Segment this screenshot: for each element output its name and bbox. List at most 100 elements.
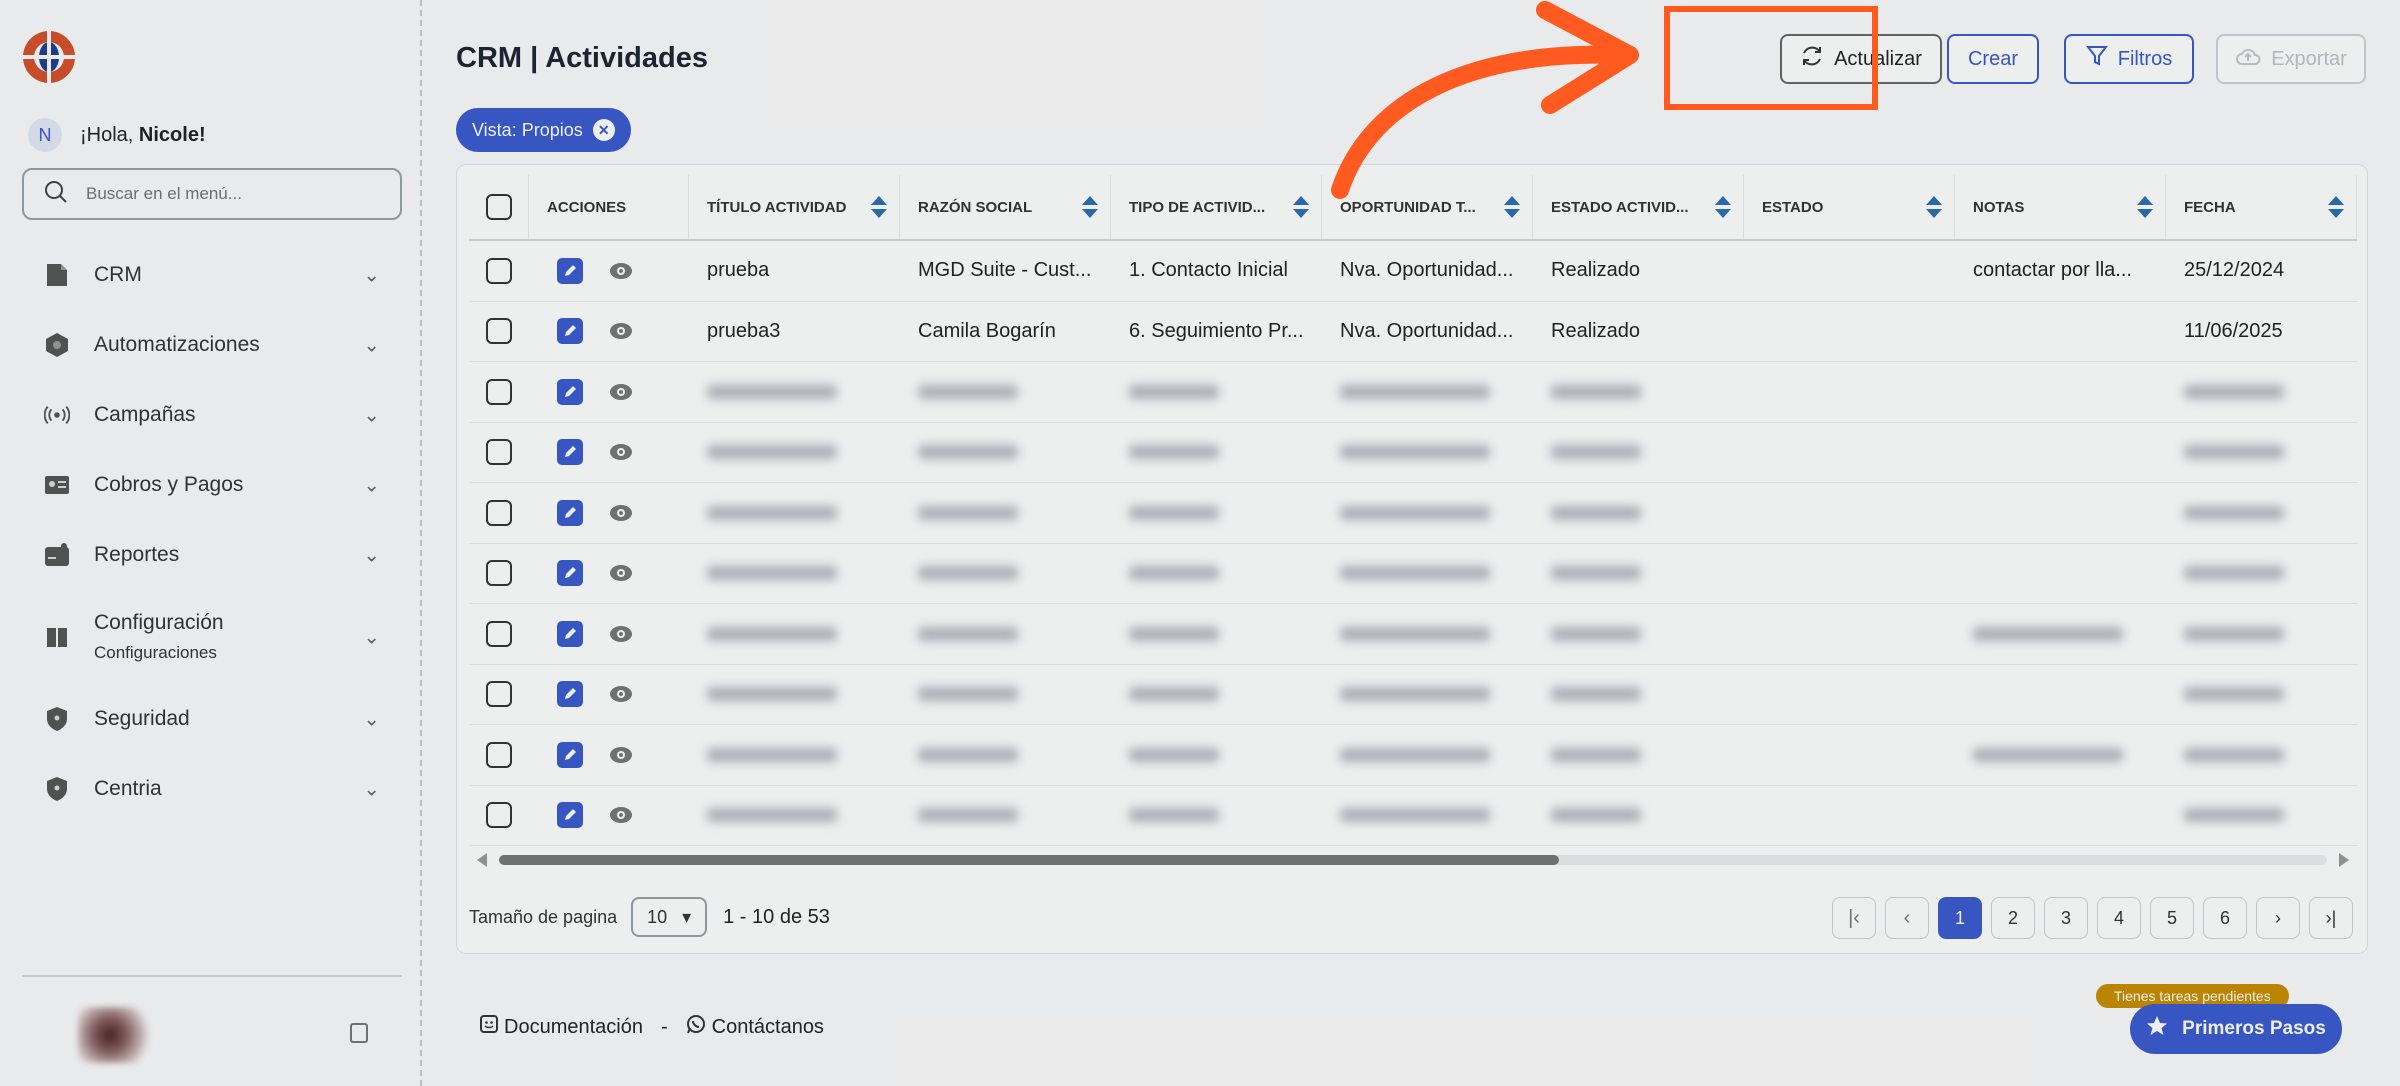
edit-icon[interactable]: [557, 802, 583, 829]
view-icon[interactable]: [607, 741, 635, 769]
scroll-left-icon[interactable]: [477, 853, 487, 867]
prev-page-button[interactable]: ‹: [1885, 897, 1929, 939]
view-icon[interactable]: [607, 499, 635, 527]
page-button-5[interactable]: 5: [2150, 897, 2194, 939]
select-all-checkbox[interactable]: [485, 194, 512, 220]
docs-link[interactable]: Documentación: [480, 1015, 643, 1039]
row-checkbox[interactable]: [486, 318, 512, 345]
view-icon[interactable]: [607, 801, 635, 829]
redacted-text: [2184, 687, 2284, 702]
edit-icon[interactable]: [557, 741, 583, 768]
column-header[interactable]: Razón Social: [900, 175, 1111, 239]
sort-icon[interactable]: [1082, 196, 1098, 218]
row-checkbox[interactable]: [486, 620, 512, 647]
contact-link[interactable]: Contáctanos: [686, 1014, 824, 1040]
first-page-button[interactable]: |‹: [1832, 897, 1876, 939]
table-row[interactable]: [469, 725, 2357, 786]
view-filter-chip[interactable]: Vista: Propios ✕: [456, 108, 631, 152]
column-header[interactable]: Título Actividad: [689, 175, 900, 239]
last-page-button[interactable]: ›|: [2309, 897, 2353, 939]
table-row[interactable]: [469, 423, 2357, 483]
column-header[interactable]: Fecha: [2166, 175, 2357, 239]
view-icon[interactable]: [607, 378, 635, 406]
edit-icon[interactable]: [557, 681, 583, 708]
page-button-6[interactable]: 6: [2203, 897, 2247, 939]
sort-icon[interactable]: [871, 196, 887, 218]
column-header[interactable]: Estado Activid...: [1533, 175, 1744, 239]
sort-icon[interactable]: [1504, 196, 1520, 218]
sidebar-item-crm[interactable]: CRM ⌄: [0, 240, 420, 310]
row-checkbox[interactable]: [486, 681, 512, 708]
edit-icon[interactable]: [557, 257, 583, 284]
table-row[interactable]: [469, 544, 2357, 604]
sidebar-item-reportes[interactable]: Reportes ⌄: [0, 520, 420, 590]
row-checkbox[interactable]: [486, 499, 512, 526]
row-checkbox[interactable]: [486, 378, 512, 405]
brand-logo[interactable]: [22, 30, 76, 84]
page-button-3[interactable]: 3: [2044, 897, 2088, 939]
avatar[interactable]: N: [28, 118, 62, 152]
menu-search[interactable]: [22, 168, 402, 220]
redacted-cell: [1955, 423, 2166, 483]
edit-icon[interactable]: [557, 620, 583, 647]
row-checkbox[interactable]: [486, 257, 512, 284]
page-size-select[interactable]: 10 ▾: [631, 897, 708, 937]
table-row[interactable]: [469, 483, 2357, 544]
table-row[interactable]: [469, 362, 2357, 423]
redacted-text: [918, 505, 1018, 520]
sidebar-item-configuracion[interactable]: Configuración Configuraciones ⌄: [0, 590, 420, 684]
table-row[interactable]: [469, 604, 2357, 665]
sidebar-item-seguridad[interactable]: Seguridad ⌄: [0, 684, 420, 754]
view-icon[interactable]: [607, 257, 635, 285]
edit-icon[interactable]: [557, 318, 583, 345]
page-button-1[interactable]: 1: [1938, 897, 1982, 939]
edit-icon[interactable]: [557, 378, 583, 405]
view-icon[interactable]: [607, 680, 635, 708]
refresh-button[interactable]: Actualizar: [1780, 34, 1942, 84]
row-checkbox[interactable]: [486, 741, 512, 768]
first-steps-button[interactable]: Primeros Pasos: [2130, 1004, 2342, 1054]
view-icon[interactable]: [607, 620, 635, 648]
filter-button[interactable]: Filtros: [2064, 34, 2194, 84]
horizontal-scrollbar[interactable]: [469, 849, 2357, 871]
sidebar-item-automatizaciones[interactable]: Automatizaciones ⌄: [0, 310, 420, 380]
row-checkbox[interactable]: [486, 439, 512, 466]
column-header[interactable]: Estado: [1744, 175, 1955, 239]
page-button-2[interactable]: 2: [1991, 897, 2035, 939]
edit-icon[interactable]: [557, 499, 583, 526]
next-page-button[interactable]: ›: [2256, 897, 2300, 939]
sort-icon[interactable]: [1715, 196, 1731, 218]
scroll-thumb[interactable]: [499, 855, 1559, 865]
sidebar-item-centria[interactable]: Centria ⌄: [0, 754, 420, 824]
view-icon[interactable]: [607, 438, 635, 466]
collapse-sidebar-icon[interactable]: [350, 1023, 368, 1043]
scroll-right-icon[interactable]: [2339, 853, 2349, 867]
close-icon[interactable]: ✕: [592, 119, 615, 141]
menu-search-input[interactable]: [86, 184, 386, 204]
table-row[interactable]: [469, 786, 2357, 846]
table-row[interactable]: [469, 665, 2357, 725]
user-profile-avatar[interactable]: [78, 1007, 158, 1063]
redacted-cell: [1533, 725, 1744, 785]
export-button[interactable]: Exportar: [2216, 34, 2366, 84]
sort-icon[interactable]: [2137, 196, 2153, 218]
edit-icon[interactable]: [557, 439, 583, 466]
edit-icon[interactable]: [557, 560, 583, 587]
view-icon[interactable]: [607, 317, 635, 345]
column-header[interactable]: Oportunidad T...: [1322, 175, 1533, 239]
sort-icon[interactable]: [2328, 196, 2344, 218]
view-icon[interactable]: [607, 559, 635, 587]
table-row[interactable]: prueba3 Camila Bogarín 6. Seguimiento Pr…: [469, 302, 2357, 362]
sort-icon[interactable]: [1926, 196, 1942, 218]
page-button-4[interactable]: 4: [2097, 897, 2141, 939]
row-checkbox[interactable]: [486, 802, 512, 829]
table-row[interactable]: prueba MGD Suite - Cust... 1. Contacto I…: [469, 241, 2357, 302]
sidebar-item-campanas[interactable]: Campañas ⌄: [0, 380, 420, 450]
sidebar-item-cobros-pagos[interactable]: Cobros y Pagos ⌄: [0, 450, 420, 520]
row-checkbox[interactable]: [486, 560, 512, 587]
row-select-cell: [469, 786, 529, 846]
sort-icon[interactable]: [1293, 196, 1309, 218]
create-button[interactable]: Crear: [1947, 34, 2039, 84]
column-header[interactable]: Tipo de Activid...: [1111, 175, 1322, 239]
column-header[interactable]: Notas: [1955, 175, 2166, 239]
